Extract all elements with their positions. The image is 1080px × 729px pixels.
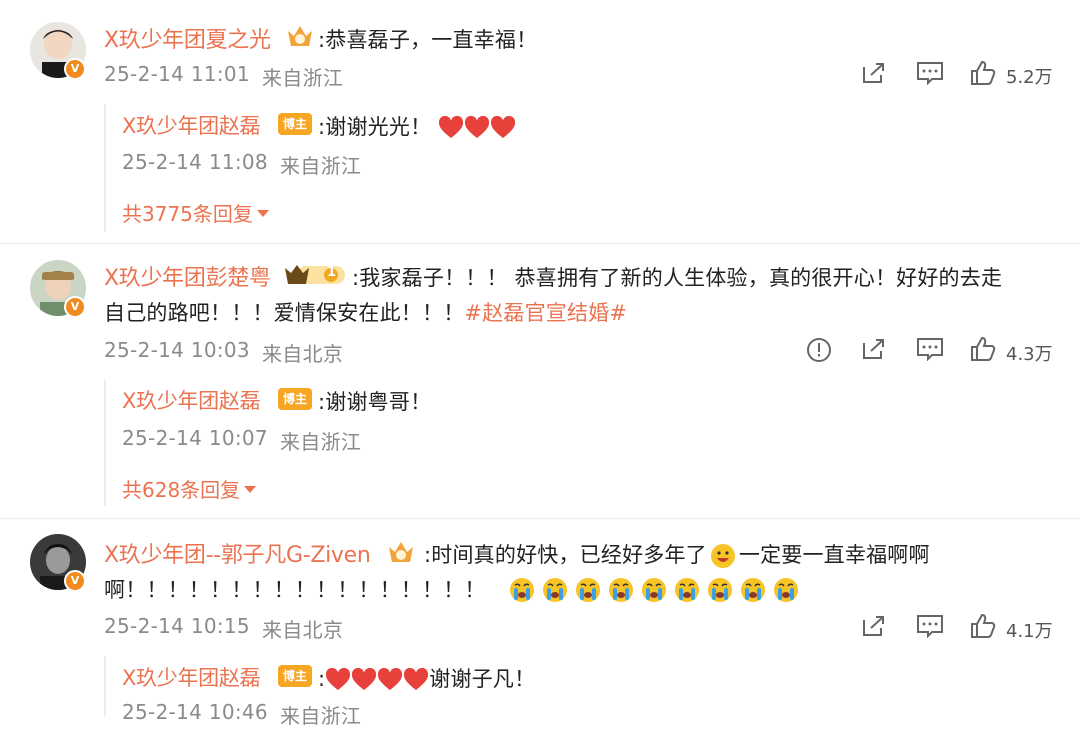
- reply-author[interactable]: X玖少年团赵磊: [122, 662, 261, 692]
- crying-emoji: [576, 578, 600, 602]
- reply-time: 25-2-14 11:08: [122, 150, 268, 174]
- reply-author[interactable]: X玖少年团赵磊: [122, 385, 261, 415]
- blogger-badge: 博主: [278, 113, 312, 135]
- crying-emoji: [642, 578, 666, 602]
- share-icon[interactable]: [861, 61, 887, 85]
- fan-crown-badge: [285, 22, 315, 50]
- crying-emoji: [741, 578, 765, 602]
- crying-emoji: [708, 578, 732, 602]
- heart-emoji: [439, 116, 464, 138]
- reply-thread-line: [104, 380, 106, 506]
- comment-text-line2: 自己的路吧！！！爱情保安在此！！！#赵磊官宣结婚#: [104, 301, 628, 325]
- reply-thread-line: [104, 104, 106, 232]
- reply-time: 25-2-14 10:46: [122, 700, 268, 724]
- more-replies-link[interactable]: 共3775条回复: [122, 198, 269, 227]
- crying-emoji-row: [508, 576, 805, 604]
- crying-emoji: [510, 578, 534, 602]
- reply-location: 来自浙江: [280, 704, 362, 728]
- crying-emoji: [609, 578, 633, 602]
- comment-author[interactable]: X玖少年团--郭子凡G-Ziven: [104, 537, 371, 569]
- crying-emoji: [675, 578, 699, 602]
- comment-text-line2: 啊！！！！！！！！！！！！！！！！！: [104, 578, 486, 602]
- comment-time: 25-2-14 10:15: [104, 614, 250, 638]
- comment-divider: [0, 518, 1080, 519]
- caret-down-icon: [256, 210, 269, 217]
- like-count: 4.3万: [1006, 344, 1053, 365]
- reply-text: :谢谢粤哥！: [318, 390, 432, 414]
- comment-time: 25-2-14 10:03: [104, 338, 250, 362]
- heart-emoji: [352, 668, 377, 690]
- heart-emoji: [378, 668, 403, 690]
- like-icon[interactable]: [970, 613, 996, 639]
- comment-icon[interactable]: [916, 337, 944, 361]
- comment-icon[interactable]: [916, 614, 944, 638]
- reply-author[interactable]: X玖少年团赵磊: [122, 110, 261, 140]
- comment-icon[interactable]: [916, 61, 944, 85]
- caret-down-icon: [244, 486, 257, 493]
- reply-text: : 谢谢子凡！: [318, 667, 536, 691]
- heart-emoji: [404, 668, 429, 690]
- like-count: 4.1万: [1006, 621, 1053, 642]
- comment-location: 来自北京: [262, 618, 344, 642]
- reply-location: 来自浙江: [280, 430, 362, 454]
- heart-emoji: [326, 668, 351, 690]
- comment-divider: [0, 243, 1080, 244]
- report-icon[interactable]: [806, 337, 832, 363]
- comment-text-line1: :我家磊子！！！ 恭喜拥有了新的人生体验，真的很开心！好好的去走: [352, 266, 1003, 290]
- verified-v-badge: V: [64, 296, 86, 318]
- comment-location: 来自北京: [262, 342, 344, 366]
- level-number: 1: [327, 265, 337, 280]
- reply-text: :谢谢光光！: [318, 111, 516, 141]
- fan-crown-badge: [386, 538, 416, 566]
- comment-location: 来自浙江: [262, 66, 344, 90]
- like-count: 5.2万: [1006, 67, 1053, 88]
- heart-emoji: [491, 116, 516, 138]
- like-icon[interactable]: [970, 336, 996, 362]
- grin-emoji: [710, 544, 735, 568]
- comment-text: :恭喜磊子，一直幸福！: [318, 28, 538, 52]
- crying-emoji: [774, 578, 798, 602]
- share-icon[interactable]: [861, 614, 887, 638]
- reply-time: 25-2-14 10:07: [122, 426, 268, 450]
- fan-level-badge: [283, 262, 347, 288]
- blogger-badge: 博主: [278, 665, 312, 687]
- comment-author[interactable]: X玖少年团夏之光: [104, 22, 271, 54]
- comment-author[interactable]: X玖少年团彭楚粤: [104, 260, 271, 292]
- hashtag-link[interactable]: #赵磊官宣结婚#: [464, 301, 627, 325]
- heart-emoji: [465, 116, 490, 138]
- verified-v-badge: V: [64, 58, 86, 80]
- crying-emoji: [543, 578, 567, 602]
- more-replies-link[interactable]: 共628条回复: [122, 474, 257, 503]
- comment-time: 25-2-14 11:01: [104, 62, 250, 86]
- share-icon[interactable]: [861, 337, 887, 361]
- comment-text-line1: :时间真的好快，已经好多年了 一定要一直幸福啊啊: [424, 539, 930, 570]
- like-icon[interactable]: [970, 60, 996, 86]
- blogger-badge: 博主: [278, 388, 312, 410]
- reply-thread-line: [104, 656, 106, 716]
- verified-v-badge: V: [64, 570, 86, 592]
- reply-location: 来自浙江: [280, 154, 362, 178]
